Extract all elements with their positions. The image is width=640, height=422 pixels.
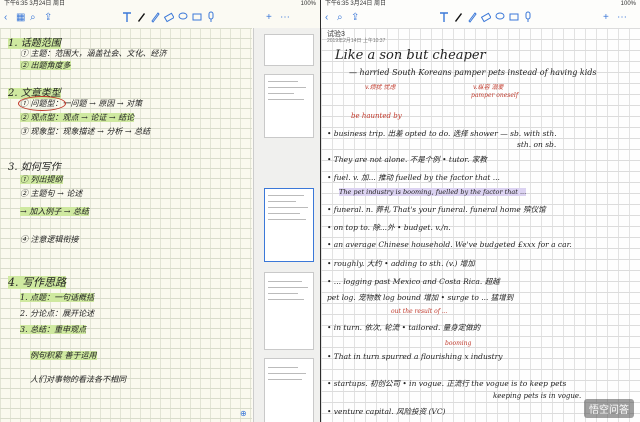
image-tool-icon[interactable]: [192, 11, 202, 23]
right-app-pane: 下午6:35 3月24日 周日 100% ‹ ⌕ ⇪ + ⋯ 试验3 2019年…: [321, 0, 640, 422]
status-bar: 下午6:35 3月24日 周日 100%: [0, 0, 320, 9]
note-line: • business trip. 出差 opted to do. 选择 show…: [327, 129, 557, 138]
note-line: ② 观点型：观点 → 论证 → 结论: [20, 113, 135, 122]
notebook-page-right[interactable]: 试验3 2019年2月14日 上午10:37 Like a son but ch…: [321, 28, 640, 422]
page-thumbnail-selected[interactable]: [264, 188, 314, 262]
note-line: • fuel. v. 加... 推动 fuelled by the factor…: [327, 173, 500, 182]
section-heading: 4. 写作思路: [8, 276, 66, 289]
note-line: keeping pets is in vogue.: [493, 392, 582, 400]
red-annotation: v.纵容 溺爱: [473, 84, 504, 91]
red-circle-annotation: [18, 96, 66, 111]
lasso-tool-icon[interactable]: [495, 11, 505, 23]
pen-tool-icon[interactable]: [453, 11, 463, 23]
search-button[interactable]: ⌕: [337, 11, 343, 25]
left-app-pane: 下午6:35 3月24日 周日 100% ‹ ▦ ⌕ ⇪ + ⋯ 1. 话题范围…: [0, 0, 320, 422]
note-line: 例句积累 善于运用: [30, 351, 97, 360]
note-line: ④ 注意逻辑衔接: [20, 235, 79, 244]
page-thumbnail[interactable]: [264, 74, 314, 138]
zoom-icon[interactable]: ⊕: [240, 409, 247, 418]
note-line: ② 出题角度多: [20, 61, 71, 70]
status-date: 3月24日 周日: [350, 1, 387, 7]
note-line: ③ 现象型：现象描述 → 分析 → 总结: [20, 127, 151, 136]
note-line: • They are not alone. 不是个例 • tutor. 家教: [327, 155, 487, 164]
page-thumbnail-sidebar: [253, 28, 320, 422]
eraser-tool-icon[interactable]: [164, 11, 174, 23]
note-date: 2019年2月14日 上午10:37: [327, 38, 386, 44]
note-line: • startups. 初创公司 • in vogue. 正流行 the vog…: [327, 379, 567, 388]
share-button[interactable]: ⇪: [351, 11, 359, 25]
note-line: • an average Chinese household. We've bu…: [327, 240, 572, 249]
status-time: 下午6:35: [325, 1, 349, 7]
note-line: 1. 点题：一句话概括: [20, 293, 95, 302]
red-annotation: pamper oneself: [471, 92, 519, 99]
note-subheading: — harried South Koreans pamper pets inst…: [349, 68, 597, 77]
lasso-tool-icon[interactable]: [178, 11, 188, 23]
microphone-icon[interactable]: [523, 11, 533, 23]
note-line: The pet industry is booming, fuelled by …: [339, 188, 527, 196]
note-line: • venture capital. 风险投资 (VC): [327, 407, 446, 416]
highlighter-tool-icon[interactable]: [150, 11, 160, 23]
note-line: • ... logging past Mexico and Costa Rica…: [327, 277, 500, 286]
note-line: • That in turn spurred a flourishing x i…: [327, 352, 503, 361]
note-line: 2. 分论点：展开论述: [20, 309, 95, 318]
note-line: • in turn. 依次, 轮流 • tailored. 量身定做的: [327, 323, 481, 332]
watermark-logo: 悟空问答: [584, 399, 634, 418]
note-line: → 加入例子 → 总结: [20, 207, 90, 216]
note-line: 3. 总结：重申观点: [20, 325, 87, 334]
note-line: sth. on sb.: [517, 140, 557, 149]
left-toolbar: ‹ ▦ ⌕ ⇪ + ⋯: [0, 9, 320, 27]
red-annotation: v.烦扰 忧虑: [365, 84, 396, 91]
note-line: ① 列出提纲: [20, 175, 63, 184]
text-tool-icon[interactable]: [439, 11, 449, 23]
share-button[interactable]: ⇪: [44, 11, 52, 25]
status-time: 下午6:35: [4, 1, 28, 7]
page-thumbnail[interactable]: [264, 34, 314, 66]
note-line: 人们对事物的看法各不相同: [30, 375, 126, 384]
red-annotation: booming: [445, 340, 472, 347]
more-button[interactable]: ⋯: [617, 11, 627, 25]
section-heading: 3. 如何写作: [8, 162, 61, 173]
microphone-icon[interactable]: [206, 11, 216, 23]
search-button[interactable]: ⌕: [30, 11, 36, 25]
note-line: ② 主题句 → 论述: [20, 189, 83, 198]
grid-view-button[interactable]: ▦: [16, 11, 25, 25]
highlighter-tool-icon[interactable]: [467, 11, 477, 23]
section-heading: 1. 话题范围: [8, 38, 61, 49]
status-date: 3月24日 周日: [29, 1, 66, 7]
note-line: • funeral. n. 葬礼 That's your funeral. fu…: [327, 205, 546, 214]
page-thumbnail[interactable]: [264, 358, 314, 422]
add-page-button[interactable]: +: [266, 11, 272, 25]
image-tool-icon[interactable]: [509, 11, 519, 23]
status-bar: 下午6:35 3月24日 周日 100%: [321, 0, 640, 9]
red-annotation: out the result of ...: [391, 308, 448, 315]
add-page-button[interactable]: +: [603, 11, 609, 25]
battery-indicator: 100%: [300, 1, 316, 7]
note-line: • roughly. 大约 • adding to sth. (v.) 增加: [327, 259, 475, 268]
back-button[interactable]: ‹: [4, 11, 7, 25]
right-toolbar: ‹ ⌕ ⇪ + ⋯: [321, 9, 640, 27]
red-annotation: be haunted by: [351, 112, 402, 120]
page-thumbnail[interactable]: [264, 272, 314, 350]
note-line: • on top to. 除...外 • budget. v./n.: [327, 223, 451, 232]
pen-tool-icon[interactable]: [136, 11, 146, 23]
battery-indicator: 100%: [620, 1, 636, 7]
back-button[interactable]: ‹: [325, 11, 328, 25]
notebook-page-left[interactable]: 1. 话题范围 ① 主题：范围大，涵盖社会、文化、经济 ② 出题角度多 2. 文…: [0, 28, 252, 422]
note-line: ① 主题：范围大，涵盖社会、文化、经济: [20, 49, 167, 58]
text-tool-icon[interactable]: [122, 11, 132, 23]
more-button[interactable]: ⋯: [280, 11, 290, 25]
note-line: pet log. 宠物数 log bound 增加 • surge to ...…: [327, 293, 514, 302]
eraser-tool-icon[interactable]: [481, 11, 491, 23]
note-heading: Like a son but cheaper: [335, 48, 486, 63]
